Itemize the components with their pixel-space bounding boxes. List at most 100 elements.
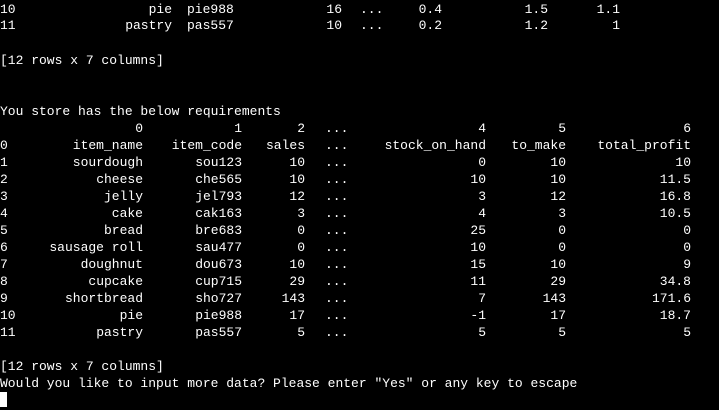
cell-item-name: pie [119, 308, 143, 323]
header-stock-on-hand: stock_on_hand [384, 138, 486, 153]
cell-ellipsis: ... [360, 18, 384, 33]
row-index: 8 [0, 274, 8, 289]
cell-sales: 10 [289, 172, 305, 187]
header-item-code: item_code [171, 138, 242, 153]
cell-item-name: pastry [96, 325, 143, 340]
cell-to-make: 0 [558, 223, 566, 238]
cell-stock-on-hand: 5 [478, 325, 486, 340]
row-index: 3 [0, 189, 8, 204]
cell-sales: 12 [289, 189, 305, 204]
cell-stock-on-hand: 10 [470, 240, 486, 255]
cell-total-profit: 11.5 [659, 172, 691, 187]
cell-stock-on-hand: 4 [478, 206, 486, 221]
row-index: 4 [0, 206, 8, 221]
cell-sales: 0 [297, 223, 305, 238]
header-sales: sales [265, 138, 305, 153]
cell-sales: 0 [297, 240, 305, 255]
cell-to-make: 12 [550, 189, 566, 204]
row-index: 7 [0, 257, 8, 272]
cell-to-make: 10 [550, 172, 566, 187]
input-prompt: Would you like to input more data? Pleas… [0, 376, 578, 391]
table-row: 6 sausage roll sau477 0... 10 0 0 [0, 239, 719, 256]
cell-col6: 1.1 [596, 2, 620, 17]
text-cursor[interactable] [0, 392, 7, 407]
table-row: 11 pastry pas557 5... 5 5 5 [0, 324, 719, 341]
cell-item-code: pas557 [195, 325, 242, 340]
cell-item-code: sho727 [195, 291, 242, 306]
header-item-name: item_name [72, 138, 143, 153]
table-row: 4 cake cak163 3... 4 3 10.5 [0, 205, 719, 222]
cell-item-code: sou123 [195, 155, 242, 170]
cell-item: pastry [125, 18, 172, 33]
row-index: 10 [0, 308, 16, 323]
row-index: 11 [0, 18, 16, 33]
cell-item-code: dou673 [195, 257, 242, 272]
cell-item-code: bre683 [195, 223, 242, 238]
cell-item-name: cheese [96, 172, 143, 187]
cell-total-profit: 34.8 [659, 274, 691, 289]
cell-item-code: cup715 [195, 274, 242, 289]
header-ellipsis: ... [325, 138, 349, 153]
cell-code: pas557 [187, 18, 234, 33]
cell-sales: 17 [289, 308, 305, 323]
cell-item-code: sau477 [195, 240, 242, 255]
cell-sales: 3 [297, 206, 305, 221]
cell-item-code: cak163 [195, 206, 242, 221]
cell-item-name: doughnut [80, 257, 143, 272]
cell-total-profit: 0 [683, 223, 691, 238]
table-row: 9 shortbread sho727 143... 7 143 171.6 [0, 290, 719, 307]
cell-stock-on-hand: 7 [478, 291, 486, 306]
cell-total-profit: 0 [683, 240, 691, 255]
cell-ellipsis: ... [325, 172, 349, 187]
cell-item-name: sausage roll [49, 240, 143, 255]
cell-ellipsis: ... [325, 257, 349, 272]
cell-item-name: sourdough [72, 155, 143, 170]
cell-item-name: cake [111, 206, 143, 221]
cell-to-make: 29 [550, 274, 566, 289]
row-index: 5 [0, 223, 8, 238]
row-index: 6 [0, 240, 8, 255]
header-to-make: to_make [511, 138, 566, 153]
table-row: 1 sourdough sou123 10... 0 10 10 [0, 154, 719, 171]
cell-ellipsis: ... [325, 223, 349, 238]
cell-ellipsis: ... [325, 274, 349, 289]
col-number: 5 [558, 121, 566, 136]
row-index: 11 [0, 325, 16, 340]
cell-sales: 5 [297, 325, 305, 340]
cell-ellipsis: ... [325, 325, 349, 340]
cell-total-profit: 16.8 [659, 189, 691, 204]
col-number: 1 [234, 121, 242, 136]
cell-stock-on-hand: 11 [470, 274, 486, 289]
cell-item-name: cupcake [88, 274, 143, 289]
col-number: 2 [297, 121, 305, 136]
col-number: 4 [478, 121, 486, 136]
cell-stock-on-hand: 25 [470, 223, 486, 238]
table-row: 10 pie pie988 17... -1 17 18.7 [0, 307, 719, 324]
cell-to-make: 3 [558, 206, 566, 221]
cell-stock-on-hand: 0 [478, 155, 486, 170]
cell-stock-on-hand: -1 [470, 308, 486, 323]
cell-col4: 0.2 [418, 18, 442, 33]
col-number: ... [325, 121, 349, 136]
cell-col5: 1.2 [524, 18, 548, 33]
table-row: 8 cupcake cup715 29... 11 29 34.8 [0, 273, 719, 290]
cell-ellipsis: ... [325, 155, 349, 170]
cell-ellipsis: ... [360, 2, 384, 17]
cell-to-make: 143 [542, 291, 566, 306]
cell-ellipsis: ... [325, 206, 349, 221]
row-index: 9 [0, 291, 8, 306]
table-row: 7 doughnut dou673 10... 15 10 9 [0, 256, 719, 273]
shape-summary: [12 rows x 7 columns] [0, 359, 164, 374]
row-index: 10 [0, 2, 16, 17]
cell-to-make: 17 [550, 308, 566, 323]
cell-sales: 10 [289, 257, 305, 272]
row-index: 2 [0, 172, 8, 187]
cell-to-make: 0 [558, 240, 566, 255]
cell-stock-on-hand: 15 [470, 257, 486, 272]
cell-item-code: pie988 [195, 308, 242, 323]
cell-col4: 0.4 [418, 2, 442, 17]
cell-item-name: bread [103, 223, 143, 238]
cell-code: pie988 [187, 2, 234, 17]
cell-total-profit: 18.7 [659, 308, 691, 323]
cell-item-code: jel793 [195, 189, 242, 204]
